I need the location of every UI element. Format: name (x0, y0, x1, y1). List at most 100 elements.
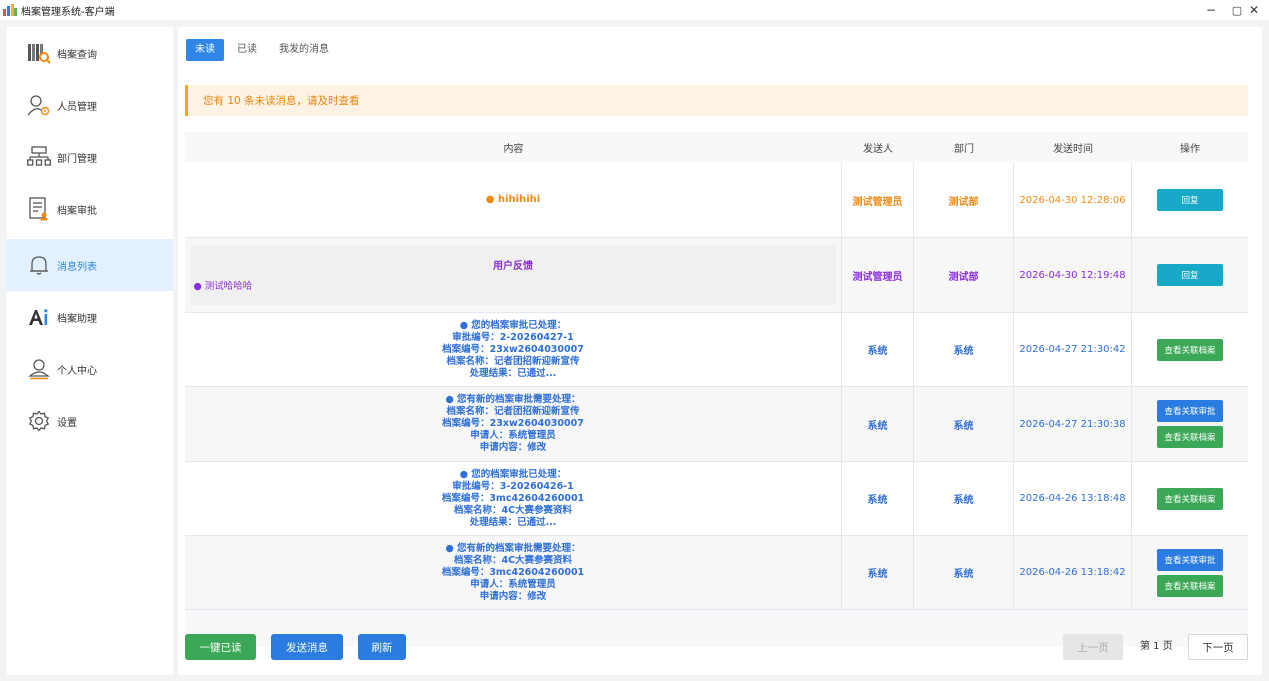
reply-button[interactable]: 回复 (1157, 264, 1223, 286)
sidebar-item-label: 档案查询 (57, 49, 97, 61)
message-actions: 回复 (1132, 163, 1248, 237)
message-tabs: 未读 已读 我发的消息 (186, 39, 338, 61)
message-time: 2026-04-27 21:30:38 (1014, 387, 1132, 461)
mark-all-read-button[interactable]: 一键已读 (185, 634, 256, 660)
user-gear-icon (26, 92, 52, 118)
org-tree-icon (26, 144, 52, 170)
feedback-box: 用户反馈 ● 测试哈哈哈 (190, 245, 836, 305)
message-actions: 查看关联档案 (1132, 462, 1248, 535)
message-actions: 查看关联档案 (1132, 313, 1248, 386)
view-related-archive-button[interactable]: 查看关联档案 (1157, 487, 1223, 510)
message-actions: 回复 (1132, 238, 1248, 312)
view-related-archive-button[interactable]: 查看关联档案 (1157, 426, 1223, 448)
close-button[interactable]: ✕ (1239, 0, 1269, 20)
window-title: 档案管理系统-客户端 (21, 6, 115, 18)
sidebar-item-label: 消息列表 (57, 261, 97, 273)
table-row: ● 您有新的档案审批需要处理： 档案名称：4C大赛参赛资料 档案编号：3mc42… (185, 536, 1248, 610)
message-sender: 系统 (842, 462, 914, 535)
table-row: 用户反馈 ● 测试哈哈哈 测试管理员 测试部 2026-04-30 12:19:… (185, 238, 1248, 313)
archive-search-icon (26, 40, 52, 66)
sidebar-item-archive-search[interactable]: 档案查询 (7, 27, 173, 79)
content-line: 申请内容：修改 (479, 590, 547, 602)
message-time: 2026-04-26 13:18:48 (1014, 462, 1132, 535)
next-page-button[interactable]: 下一页 (1188, 634, 1248, 660)
message-department: 系统 (914, 462, 1014, 535)
sidebar-item-personnel[interactable]: 人员管理 (7, 79, 173, 131)
message-content: ● 您有新的档案审批需要处理： 档案名称：4C大赛参赛资料 档案编号：3mc42… (185, 536, 842, 609)
sidebar-item-messages[interactable]: 消息列表 (7, 239, 173, 291)
content-line: ● 您有新的档案审批需要处理： (445, 394, 581, 405)
table-row: ● hihihihi 测试管理员 测试部 2026-04-30 12:28:06… (185, 163, 1248, 238)
header-content: 内容 (503, 144, 524, 155)
view-related-approval-button[interactable]: 查看关联审批 (1157, 548, 1223, 571)
feedback-title: 用户反馈 (493, 261, 533, 272)
sidebar-item-label: 个人中心 (57, 365, 97, 377)
sidebar-item-profile[interactable]: 个人中心 (7, 343, 173, 395)
tab-sent[interactable]: 我发的消息 (270, 39, 338, 61)
content-line: ● 您的档案审批已处理： (459, 468, 567, 480)
message-actions: 查看关联审批 查看关联档案 (1132, 387, 1248, 461)
header-actions: 操作 (1180, 144, 1200, 155)
content-line: 档案编号：3mc42604260001 (441, 492, 585, 504)
message-sender: 测试管理员 (842, 163, 914, 237)
feedback-body: ● 测试哈哈哈 (193, 281, 253, 292)
message-time: 2026-04-26 13:18:42 (1014, 536, 1132, 609)
gear-icon (26, 408, 52, 434)
message-sender: 测试管理员 (842, 238, 914, 312)
content-line: ● 您有新的档案审批需要处理： (445, 542, 581, 554)
content-line: 处理结果：已通过... (469, 367, 557, 379)
content-line: 处理结果：已通过... (469, 516, 557, 528)
header-time: 发送时间 (1053, 144, 1093, 155)
sidebar-item-assistant[interactable]: 档案助理 (7, 291, 173, 343)
sidebar-item-label: 人员管理 (57, 101, 97, 113)
message-sender: 系统 (842, 387, 914, 461)
sidebar-item-label: 档案助理 (57, 313, 97, 325)
table-row: ● 您的档案审批已处理： 审批编号：3-20260426-1 档案编号：3mc4… (185, 462, 1248, 536)
tab-unread[interactable]: 未读 (186, 39, 224, 61)
sidebar-item-settings[interactable]: 设置 (7, 395, 173, 447)
table-row: ● 您有新的档案审批需要处理： 档案名称：记者团招新迎新宣传 档案编号：23xw… (185, 387, 1248, 462)
person-icon (26, 356, 52, 382)
sidebar-item-label: 设置 (57, 417, 77, 429)
sidebar-item-department[interactable]: 部门管理 (7, 131, 173, 183)
message-content: ● hihihihi (185, 163, 842, 237)
message-department: 测试部 (914, 163, 1014, 237)
title-bar: 档案管理系统-客户端 − ▢ ✕ (0, 0, 1269, 20)
content-line: 档案编号：3mc42604260001 (441, 566, 585, 578)
content-line: 审批编号：2-20260427-1 (452, 331, 574, 343)
view-related-approval-button[interactable]: 查看关联审批 (1157, 400, 1223, 422)
main-panel: 未读 已读 我发的消息 您有 10 条未读消息，请及时查看 内容 发送人 部门 … (178, 27, 1262, 675)
unread-notice: 您有 10 条未读消息，请及时查看 (185, 85, 1248, 116)
reply-button[interactable]: 回复 (1157, 189, 1223, 211)
message-department: 系统 (914, 313, 1014, 386)
message-content: ● 您的档案审批已处理： 审批编号：3-20260426-1 档案编号：3mc4… (185, 462, 842, 535)
header-sender: 发送人 (863, 144, 893, 155)
sidebar-item-label: 部门管理 (57, 153, 97, 165)
document-approve-icon (26, 196, 52, 222)
app-logo-icon (3, 4, 17, 16)
content-line: ● 您的档案审批已处理： (459, 319, 567, 331)
table-header: 内容 发送人 部门 发送时间 操作 (185, 132, 1248, 163)
view-related-archive-button[interactable]: 查看关联档案 (1157, 338, 1223, 361)
refresh-button[interactable]: 刷新 (358, 634, 406, 660)
content-line: 申请人：系统管理员 (470, 430, 556, 441)
message-time: 2026-04-27 21:30:42 (1014, 313, 1132, 386)
content-line: ● hihihihi (485, 194, 541, 205)
sidebar-item-approval[interactable]: 档案审批 (7, 183, 173, 235)
content-line: 审批编号：3-20260426-1 (452, 480, 574, 492)
content-line: 档案名称：4C大赛参赛资料 (453, 504, 573, 516)
tab-read[interactable]: 已读 (228, 39, 266, 61)
view-related-archive-button[interactable]: 查看关联档案 (1157, 574, 1223, 597)
prev-page-button[interactable]: 上一页 (1063, 634, 1123, 660)
page-indicator: 第 1 页 (1140, 641, 1173, 652)
table-body: ● hihihihi 测试管理员 测试部 2026-04-30 12:28:06… (185, 163, 1248, 610)
content-line: 档案编号：23xw2604030007 (442, 418, 584, 429)
table-row: ● 您的档案审批已处理： 审批编号：2-20260427-1 档案编号：23xw… (185, 313, 1248, 387)
sidebar-item-label: 档案审批 (57, 205, 97, 217)
message-department: 系统 (914, 536, 1014, 609)
message-time: 2026-04-30 12:19:48 (1014, 238, 1132, 312)
content-line: 申请人：系统管理员 (470, 578, 556, 590)
message-sender: 系统 (842, 313, 914, 386)
content-line: 申请内容：修改 (479, 442, 547, 453)
send-message-button[interactable]: 发送消息 (271, 634, 343, 660)
